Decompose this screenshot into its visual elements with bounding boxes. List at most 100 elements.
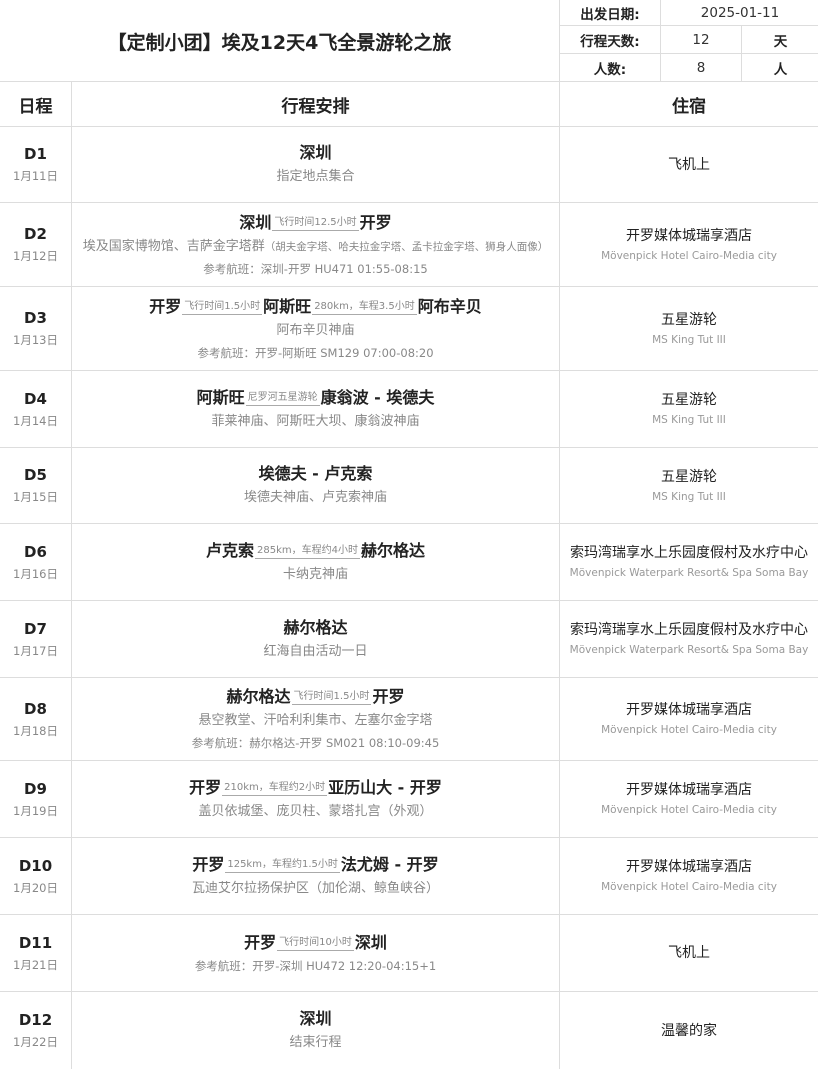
route-place: 康翁波 - 埃德夫 xyxy=(320,387,435,407)
segment-info: 飞行时间1.5小时 xyxy=(184,300,261,312)
sights-text: 埃及国家博物馆、吉萨金字塔群（胡夫金字塔、哈夫拉金字塔、孟卡拉金字塔、狮身人面像… xyxy=(83,237,549,257)
sights-main: 阿布辛贝神庙 xyxy=(276,322,355,338)
day-row: D12 1月22日 深圳结束行程 温馨的家 xyxy=(0,992,818,1069)
duration-unit: 天 xyxy=(741,26,818,53)
hotel-cell: 索玛湾瑞享水上乐园度假村及水疗中心 Mövenpick Waterpark Res… xyxy=(559,601,818,677)
hotel-cell: 温馨的家 xyxy=(559,992,818,1069)
flight-info: 参考航班：赫尔格达-开罗 SM021 08:10-09:45 xyxy=(191,736,440,750)
day-date: 1月21日 xyxy=(13,957,58,972)
segment-info: 飞行时间10小时 xyxy=(279,936,352,948)
day-cell: D2 1月12日 xyxy=(0,203,71,286)
day-row: D11 1月21日 开罗 飞行时间10小时 深圳 参考航班：开罗-深圳 HU472 12:… xyxy=(0,915,818,992)
route-place: 开罗 xyxy=(189,777,222,797)
column-headers: 日程 行程安排 住宿 xyxy=(0,82,818,127)
day-date: 1月19日 xyxy=(13,803,58,818)
day-row: D2 1月12日 深圳 飞行时间12.5小时 开罗 埃及国家博物馆、吉萨金字塔群（胡夫金字… xyxy=(0,203,818,287)
segment-line xyxy=(225,871,340,873)
route: 埃德夫 - 卢克索 xyxy=(259,463,373,485)
hotel-name: 开罗媒体城瑞享酒店 xyxy=(626,702,752,718)
route: 卢克索 285km，车程约4小时 赫尔格达 xyxy=(206,540,425,562)
day-cell: D11 1月21日 xyxy=(0,915,71,991)
segment-line xyxy=(255,557,360,559)
day-number: D4 xyxy=(24,389,47,408)
sights-text: 悬空教堂、汗哈利利集市、左塞尔金字塔 xyxy=(198,711,432,731)
hotel-name: 温馨的家 xyxy=(661,1022,717,1039)
hotel-cell: 飞机上 xyxy=(559,915,818,991)
plan-cell: 卢克索 285km，车程约4小时 赫尔格达 卡纳克神庙 xyxy=(71,524,559,600)
route-place: 赫尔格达 xyxy=(360,540,425,560)
sights-main: 红海自由活动一日 xyxy=(263,643,368,659)
route-place: 开罗 xyxy=(359,212,392,232)
hotel-cell: 开罗媒体城瑞享酒店 Mövenpick Hotel Cairo-Media cit… xyxy=(559,203,818,286)
route-place: 深圳 xyxy=(299,143,332,162)
route-place: 深圳 xyxy=(239,212,272,232)
sights-text: 菲莱神庙、阿斯旺大坝、康翁波神庙 xyxy=(211,412,419,432)
day-row: D4 1月14日 阿斯旺 尼罗河五星游轮 康翁波 - 埃德夫 菲莱神庙、阿斯旺大坝、康翁波… xyxy=(0,371,818,448)
plan-cell: 赫尔格达 红海自由活动一日 xyxy=(71,601,559,677)
sights-main: 结束行程 xyxy=(289,1035,342,1050)
hotel-name-en: MS King Tut III xyxy=(652,490,726,503)
plan-cell: 赫尔格达 飞行时间1.5小时 开罗悬空教堂、汗哈利利集市、左塞尔金字塔参考航班：赫尔… xyxy=(71,678,559,760)
segment-info: 飞行时间12.5小时 xyxy=(274,216,357,228)
day-date: 1月15日 xyxy=(13,490,58,504)
hotel-name: 索玛湾瑞享水上乐园度假村及水疗中心 xyxy=(570,545,808,561)
depart-date-value: 2025-01-11 xyxy=(700,4,780,21)
trip-meta-table: 出发日期: 2025-01-11 行程天数: 12 天 人数: 8 人 xyxy=(559,0,818,82)
route-place: 法尤姆 - 开罗 xyxy=(340,854,439,874)
hotel-name: 五星游轮 xyxy=(661,392,717,408)
day-number: D2 xyxy=(24,225,47,243)
route-segment: 285km，车程约4小时 xyxy=(255,545,360,562)
segment-info: 285km，车程约4小时 xyxy=(257,544,358,556)
route-segment: 飞行时间10小时 xyxy=(277,937,354,954)
route-place: 卢克索 xyxy=(205,540,254,560)
hotel-cell: 五星游轮 MS King Tut III xyxy=(559,371,818,447)
plan-cell: 埃德夫 - 卢克索埃德夫神庙、卢克索神庙 xyxy=(71,448,559,523)
route: 开罗 125km，车程约1.5小时 法尤姆 - 开罗 xyxy=(192,854,438,876)
hotel-cell: 飞机上 xyxy=(559,127,818,202)
day-cell: D7 1月17日 xyxy=(0,601,71,677)
hotel-name: 开罗媒体城瑞享酒店 xyxy=(626,859,752,875)
route: 开罗 210km，车程约2小时 亚历山大 - 开罗 xyxy=(189,777,442,799)
day-date: 1月11日 xyxy=(13,169,58,183)
route: 深圳 飞行时间12.5小时 开罗 xyxy=(239,212,391,234)
plan-cell: 深圳 飞行时间12.5小时 开罗埃及国家博物馆、吉萨金字塔群（胡夫金字塔、哈夫拉金字… xyxy=(71,203,559,286)
depart-date-row: 出发日期: 2025-01-11 xyxy=(560,0,818,26)
day-row: D6 1月16日 卢克索 285km，车程约4小时 赫尔格达 卡纳克神庙 索玛湾瑞享水上乐园… xyxy=(0,524,818,601)
day-row: D1 1月11日 深圳 指定地点集合 飞机上 xyxy=(0,127,818,203)
hotel-name: 飞机上 xyxy=(668,156,710,173)
day-date: 1月13日 xyxy=(13,333,58,347)
route-place: 阿斯旺 xyxy=(263,296,312,316)
route-place: 开罗 xyxy=(149,296,182,316)
hotel-name-en: Mövenpick Hotel Cairo-Media city xyxy=(601,249,777,262)
hotel-name-en: Mövenpick Waterpark Resort& Spa Soma Bay xyxy=(569,644,809,656)
segment-info: 210km，车程约2小时 xyxy=(224,781,326,793)
route-place: 赫尔格达 xyxy=(226,687,291,706)
sights-main: 埃德夫神庙、卢克索神庙 xyxy=(243,490,387,505)
duration-value: 12 xyxy=(692,31,710,48)
day-number: D10 xyxy=(18,856,53,875)
route-segment: 飞行时间12.5小时 xyxy=(272,216,359,234)
route-segment: 飞行时间1.5小时 xyxy=(291,691,372,708)
route-place: 阿布辛贝 xyxy=(417,296,482,316)
day-date: 1月12日 xyxy=(13,249,58,263)
segment-info: 280km，车程3.5小时 xyxy=(314,300,415,312)
hotel-name: 索玛湾瑞享水上乐园度假村及水疗中心 xyxy=(570,622,808,638)
itinerary-title: 【定制小团】埃及12天4飞全景游轮之旅 xyxy=(107,31,452,54)
day-date: 1月20日 xyxy=(13,880,58,895)
plan-cell: 开罗 飞行时间10小时 深圳 参考航班：开罗-深圳 HU472 12:20-04:15… xyxy=(71,915,559,991)
hotel-cell: 五星游轮 MS King Tut III xyxy=(559,287,818,370)
sights-text: 卡纳克神庙 xyxy=(283,565,348,585)
route-place: 开罗 xyxy=(372,687,405,706)
itinerary-header: 【定制小团】埃及12天4飞全景游轮之旅 出发日期: 2025-01-11 行程天… xyxy=(0,0,818,82)
day-cell: D12 1月22日 xyxy=(0,992,71,1069)
sights-main: 卡纳克神庙 xyxy=(282,566,348,582)
sights-main: 埃及国家博物馆、吉萨金字塔群 xyxy=(82,238,265,254)
day-date: 1月14日 xyxy=(13,413,58,428)
route-place: 深圳 xyxy=(299,1009,332,1028)
people-label: 人数: xyxy=(560,54,661,82)
day-row: D7 1月17日 赫尔格达 红海自由活动一日 索玛湾瑞享水上乐园度假村及水疗中心 Möve… xyxy=(0,601,818,678)
hotel-name: 五星游轮 xyxy=(661,468,717,485)
day-cell: D9 1月19日 xyxy=(0,761,71,837)
sights-main: 盖贝依城堡、庞贝柱、蒙塔扎宫（外观） xyxy=(198,803,433,819)
hotel-name: 五星游轮 xyxy=(661,311,717,328)
